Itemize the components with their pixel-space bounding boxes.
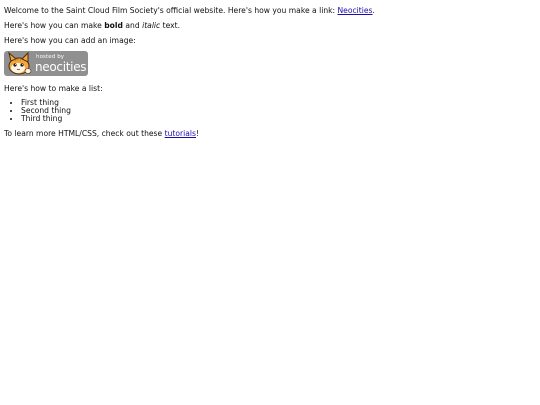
- welcome-end: .: [372, 6, 375, 15]
- list-item: Third thing: [21, 115, 71, 123]
- bold-text: bold: [104, 21, 123, 30]
- image-paragraph: Here's how you can add an image:: [4, 36, 136, 45]
- hosted-by-neocities-badge[interactable]: hosted by neocities: [4, 51, 88, 76]
- tutorials-paragraph: To learn more HTML/CSS, check out these …: [4, 129, 199, 138]
- formatting-text-end: text.: [160, 21, 181, 30]
- tutorials-text: To learn more HTML/CSS, check out these: [4, 129, 165, 138]
- badge-big-text: neocities: [35, 60, 87, 74]
- example-list: First thing Second thing Third thing: [4, 99, 71, 123]
- list-paragraph: Here's how to make a list:: [4, 84, 103, 93]
- tutorials-end: !: [195, 129, 200, 138]
- welcome-paragraph: Welcome to the Saint Cloud Film Society'…: [4, 6, 375, 15]
- italic-text: italic: [142, 21, 161, 30]
- tutorials-link[interactable]: tutorials: [165, 129, 196, 138]
- welcome-text: Welcome to the Saint Cloud Film Society'…: [4, 6, 338, 15]
- formatting-paragraph: Here's how you can make bold and italic …: [4, 21, 180, 30]
- formatting-text-start: Here's how you can make: [4, 21, 105, 30]
- formatting-text-mid: and: [122, 21, 143, 30]
- neocities-link[interactable]: Neocities: [338, 6, 373, 15]
